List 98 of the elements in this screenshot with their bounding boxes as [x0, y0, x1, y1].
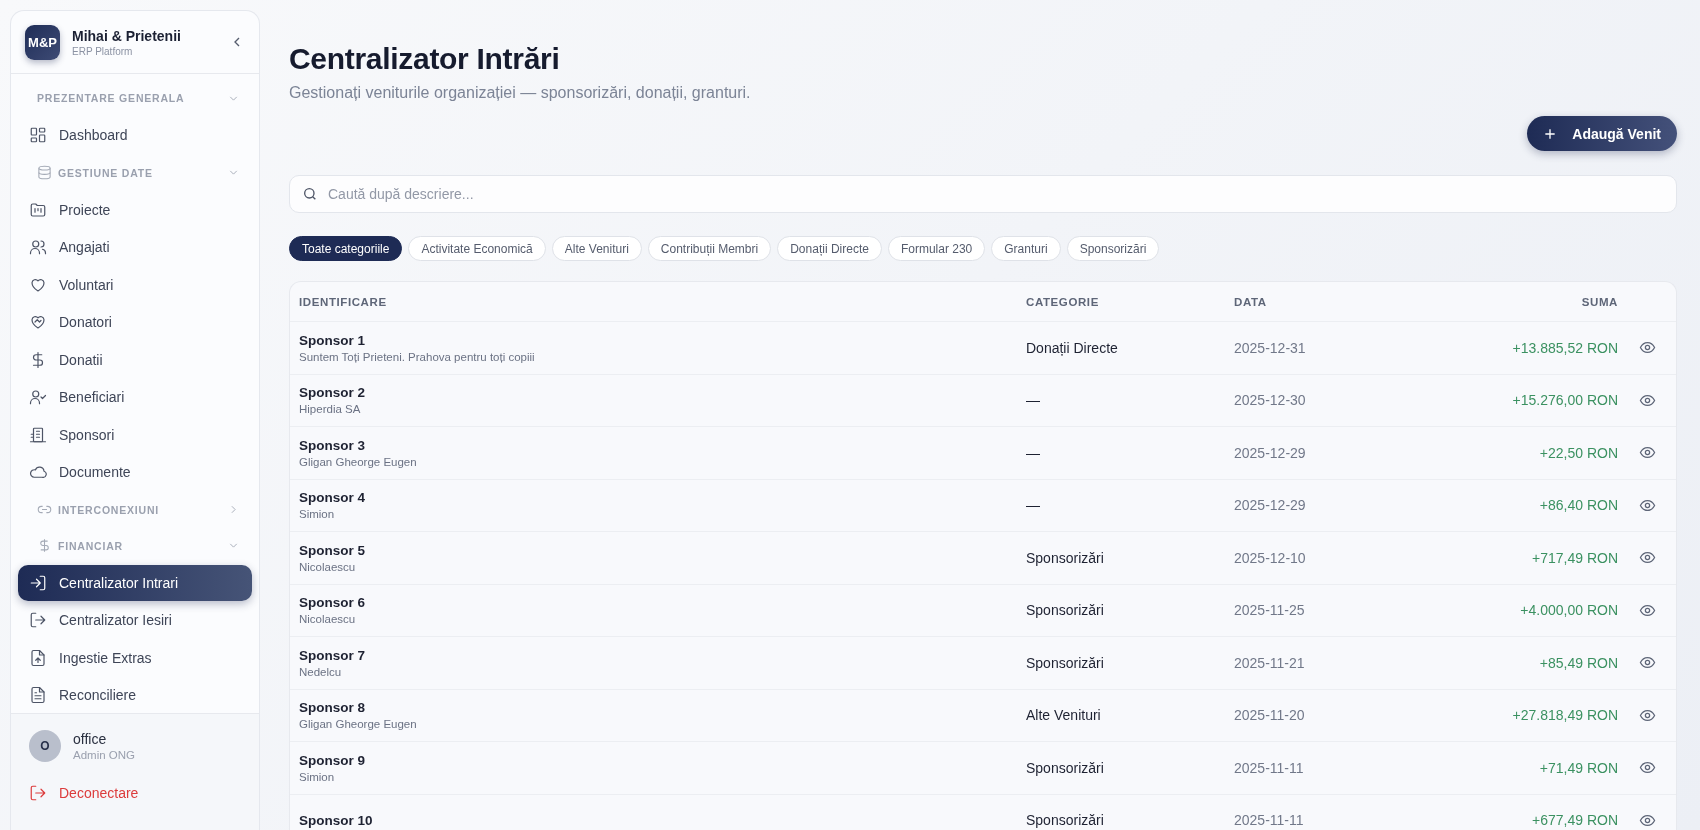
amount-cell-text: +15.276,00 RON [1511, 392, 1618, 409]
entry-title: Sponsor 8 [299, 700, 365, 716]
table-cell-text: — [1026, 497, 1041, 514]
table-cell-text: 2025-12-31 [1234, 339, 1307, 356]
building-icon [29, 425, 47, 444]
nav-item[interactable]: Angajati [18, 229, 252, 266]
users-icon [29, 238, 47, 257]
entry-description: Nedelcu [299, 665, 342, 678]
entry-title: Sponsor 10 [299, 812, 373, 828]
logo: M&P [25, 24, 60, 60]
nav-item[interactable]: Donatori [18, 304, 252, 341]
page-title: Centralizator Intrări [289, 42, 561, 76]
column-header: DATA [1234, 295, 1268, 308]
folder-icon [29, 200, 47, 219]
entry-title: Sponsor 1 [299, 332, 365, 348]
amount-cell-text: +27.818,49 RON [1511, 707, 1618, 724]
table-cell-text: 2025-11-11 [1234, 759, 1305, 776]
table-cell-text: — [1026, 392, 1041, 409]
nav-item[interactable]: Sponsori [18, 416, 252, 453]
entry-description: Suntem Toți Prieteni. Prahova pentru toți copiii [299, 350, 535, 363]
entry-description: Simion [299, 770, 335, 783]
entry-title: Sponsor 2 [299, 385, 365, 401]
entry-title: Sponsor 3 [299, 437, 365, 453]
nav-item[interactable]: Ingestie Extras [18, 639, 252, 676]
entry-description: Nicolaescu [299, 613, 356, 626]
entry-title: Sponsor 4 [299, 490, 365, 506]
nav-item[interactable]: Voluntari [18, 266, 252, 303]
nav-item[interactable]: Donatii [18, 341, 252, 378]
entry-title: Sponsor 5 [299, 542, 365, 558]
amount-cell-text: +13.885,52 RON [1511, 339, 1618, 356]
table-cell-text: 2025-12-29 [1234, 497, 1307, 514]
amount-cell-text: +86,40 RON [1538, 497, 1618, 514]
page-subtitle: Gestionați veniturile organizației — sponsorizări, donații, granturi. [289, 84, 752, 102]
user-role: Admin ONG [73, 749, 135, 761]
nav-item[interactable]: Centralizator Intrari [18, 564, 252, 601]
entry-description: Nicolaescu [299, 560, 356, 573]
user-name: office [73, 731, 108, 747]
column-header: CATEGORIE [1026, 295, 1100, 308]
entry-description: Gligan Gheorge Eugen [299, 718, 417, 731]
table-cell-text: 2025-12-30 [1234, 392, 1307, 409]
amount-cell-text: +85,49 RON [1538, 654, 1618, 671]
filter-chip[interactable]: Sponsorizări [1066, 236, 1160, 261]
table-cell-text: Sponsorizări [1026, 602, 1105, 619]
sign-in-icon [29, 573, 47, 592]
search-icon [302, 186, 318, 202]
entry-title: Sponsor 9 [299, 752, 365, 768]
nav-item[interactable]: Documente [18, 454, 252, 491]
amount-cell-text: +22,50 RON [1538, 444, 1618, 461]
grid-icon [29, 126, 47, 145]
table-cell-text: 2025-11-11 [1234, 812, 1305, 829]
table-cell-text: Donații Directe [1026, 339, 1119, 356]
logout-button[interactable]: Deconectare [29, 784, 139, 802]
entry-description: Gligan Gheorge Eugen [299, 455, 417, 468]
table-cell-text: 2025-11-21 [1234, 654, 1306, 671]
user-check-icon [29, 388, 47, 407]
column-header: SUMA [1580, 295, 1618, 308]
entry-description: Hiperdia SA [299, 403, 361, 416]
avatar: O [29, 730, 61, 762]
filter-chip[interactable]: Contribuții Membri [647, 236, 772, 261]
table-cell-text: — [1026, 444, 1041, 461]
table-cell-text: Sponsorizări [1026, 812, 1105, 829]
brand-subtitle: ERP Platform [72, 45, 134, 57]
filter-chip[interactable]: Alte Venituri [551, 236, 642, 261]
table-cell-text: Alte Venituri [1026, 707, 1102, 724]
table-cell-text: Sponsorizări [1026, 759, 1105, 776]
document-icon [29, 686, 47, 705]
sign-out-icon [29, 611, 47, 630]
entry-title: Sponsor 7 [299, 647, 365, 663]
search-field[interactable]: Caută după descriere... [289, 175, 1677, 213]
entry-description: Simion [299, 508, 335, 521]
amount-cell-text: +71,49 RON [1538, 759, 1618, 776]
filter-chip[interactable]: Toate categoriile [289, 236, 403, 261]
brand-name: Mihai & Prietenii [72, 27, 182, 44]
file-upload-icon [29, 648, 47, 667]
nav-item[interactable]: Reconciliere [18, 677, 252, 713]
filter-chip[interactable]: Donații Directe [777, 236, 882, 261]
amount-cell-text: +4.000,00 RON [1519, 602, 1618, 619]
nav-item[interactable]: Proiecte [18, 191, 252, 228]
table-cell-text: 2025-12-10 [1234, 549, 1307, 566]
nav-item[interactable]: Beneficiari [18, 379, 252, 416]
column-header: IDENTIFICARE [299, 295, 388, 308]
filter-chip[interactable]: Formular 230 [887, 236, 986, 261]
filter-chip[interactable]: Activitate Economică [408, 236, 546, 261]
table-cell-text: 2025-11-20 [1234, 707, 1306, 724]
entry-title: Sponsor 6 [299, 595, 365, 611]
amount-cell-text: +717,49 RON [1531, 549, 1618, 566]
add-income-button[interactable]: Adaugă Venit [1527, 116, 1677, 151]
nav-item[interactable]: Centralizator Iesiri [18, 602, 252, 639]
table-cell-text: Sponsorizări [1026, 654, 1105, 671]
amount-cell-text: +677,49 RON [1531, 812, 1618, 829]
database-icon [37, 165, 52, 180]
nav-item[interactable]: Dashboard [18, 117, 252, 154]
sign-out-icon [29, 784, 47, 802]
filter-chip[interactable]: Granturi [991, 236, 1061, 261]
table-cell-text: 2025-12-29 [1234, 444, 1307, 461]
table-cell-text: 2025-11-25 [1234, 602, 1306, 619]
table-cell-text: Sponsorizări [1026, 549, 1105, 566]
dollar-icon [37, 538, 52, 553]
